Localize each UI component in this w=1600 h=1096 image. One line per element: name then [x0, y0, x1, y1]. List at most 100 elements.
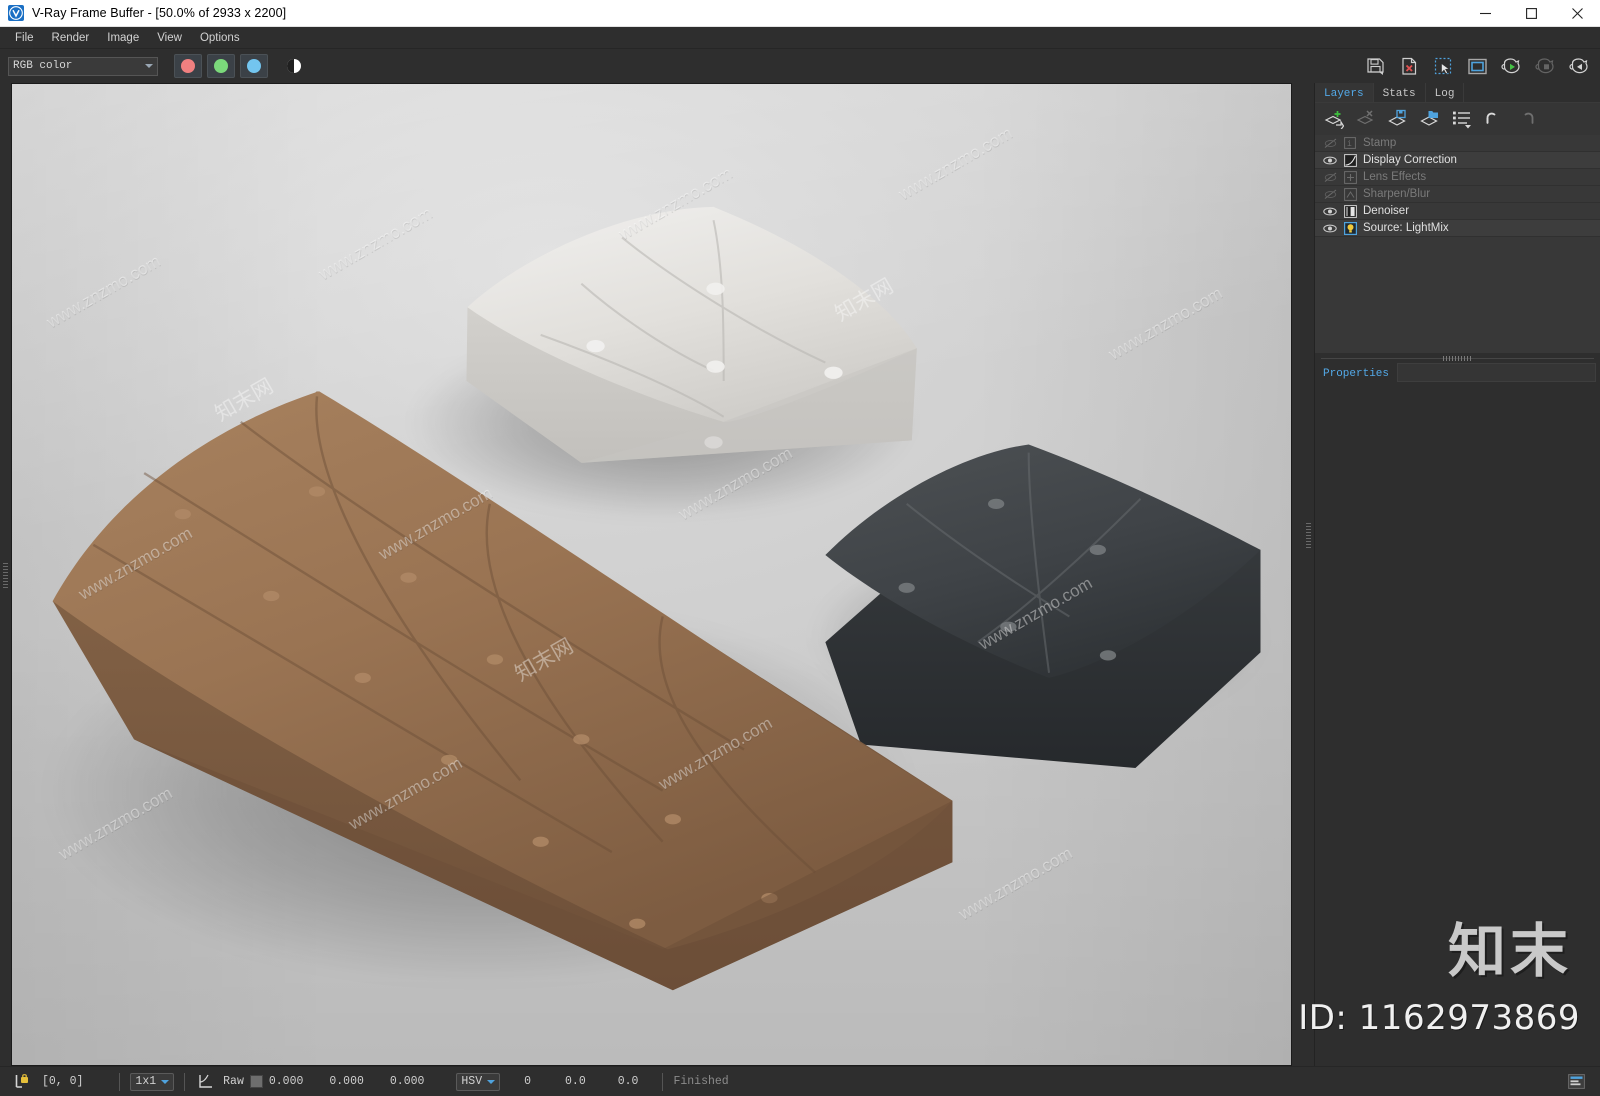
layer-visibility-on-icon[interactable] — [1319, 206, 1341, 217]
render-image: www.znzmo.com www.znzmo.com www.znzmo.co… — [12, 84, 1291, 1065]
channel-select-value: RGB color — [13, 60, 73, 72]
layer-stamp[interactable]: i Stamp — [1315, 135, 1600, 152]
delete-layer-icon[interactable] — [1355, 108, 1377, 130]
minimize-button[interactable] — [1462, 0, 1508, 27]
right-rail-grip[interactable] — [1306, 523, 1311, 549]
channel-select[interactable]: RGB color — [8, 56, 158, 76]
brand-watermark: 知末 — [1447, 917, 1572, 985]
region-render-icon[interactable] — [1430, 53, 1456, 79]
color-mode-select[interactable]: HSV — [456, 1072, 501, 1091]
layer-lens-effects[interactable]: Lens Effects — [1315, 169, 1600, 186]
blue-dot-icon — [247, 59, 261, 73]
cursor-coordinates: [0, 0] — [42, 1075, 84, 1088]
undo-icon[interactable] — [1483, 108, 1505, 130]
layer-label: Sharpen/Blur — [1363, 188, 1431, 200]
tab-log[interactable]: Log — [1426, 83, 1465, 102]
title-bar: V-Ray Frame Buffer - [50.0% of 2933 x 22… — [0, 0, 1600, 27]
layer-label: Denoiser — [1363, 205, 1410, 217]
tab-stats[interactable]: Stats — [1374, 83, 1426, 102]
chevron-down-icon — [161, 1079, 170, 1084]
layer-list-empty-space — [1315, 237, 1600, 353]
hsv-h-value: 0 — [524, 1075, 532, 1088]
layer-visibility-off-icon[interactable] — [1319, 172, 1341, 183]
render-stop-icon[interactable] — [1532, 53, 1558, 79]
id-watermark: ID: 1162973869 — [1298, 998, 1580, 1038]
alpha-channel-button[interactable] — [287, 59, 301, 73]
channel-buttons — [174, 54, 301, 78]
layer-denoiser[interactable]: Denoiser — [1315, 203, 1600, 220]
rgb-r-value: 0.000 — [268, 1075, 304, 1088]
status-separator — [119, 1072, 121, 1091]
menu-view[interactable]: View — [148, 29, 191, 47]
add-layer-icon[interactable] — [1323, 108, 1345, 130]
layer-label: Source: LightMix — [1363, 222, 1449, 234]
load-layers-icon[interactable] — [1419, 108, 1441, 130]
save-layers-icon[interactable] — [1387, 108, 1409, 130]
menu-bar: File Render Image View Options — [0, 27, 1600, 49]
layer-sharpen-blur[interactable]: Sharpen/Blur — [1315, 186, 1600, 203]
menu-options[interactable]: Options — [191, 29, 249, 47]
lens-icon — [1341, 170, 1359, 184]
layer-list: i Stamp Display Correction Lens Effects … — [1315, 135, 1600, 353]
zoom-level-value: 1x1 — [135, 1075, 157, 1088]
layer-visibility-off-icon[interactable] — [1319, 138, 1341, 149]
properties-header-fill — [1397, 363, 1596, 382]
left-scroll-rail[interactable] — [0, 83, 11, 1066]
render-status: Finished — [673, 1075, 729, 1088]
main-toolbar: RGB color — [0, 49, 1600, 83]
white-square-cushion — [466, 206, 917, 463]
image-panel: www.znzmo.com www.znzmo.com www.znzmo.co… — [11, 83, 1303, 1066]
save-image-icon[interactable] — [1362, 53, 1388, 79]
rgb-g-value: 0.000 — [329, 1075, 364, 1088]
layer-display-correction[interactable]: Display Correction — [1315, 152, 1600, 169]
toolbar-right-icons — [1362, 53, 1592, 79]
status-separator — [184, 1072, 186, 1091]
tab-layers[interactable]: Layers — [1315, 83, 1374, 102]
layer-visibility-on-icon[interactable] — [1319, 155, 1341, 166]
menu-file[interactable]: File — [6, 29, 43, 47]
right-scroll-rail[interactable] — [1303, 83, 1314, 1066]
vfb-settings-icon[interactable] — [1566, 1072, 1586, 1092]
menu-image[interactable]: Image — [98, 29, 148, 47]
zoom-level-select[interactable]: 1x1 — [130, 1072, 175, 1091]
render-canvas[interactable]: www.znzmo.com www.znzmo.com www.znzmo.co… — [11, 83, 1292, 1066]
green-dot-icon — [214, 59, 228, 73]
chevron-down-icon — [145, 64, 153, 68]
show-vfb-icon[interactable] — [1464, 53, 1490, 79]
pixel-lock-icon[interactable] — [12, 1072, 32, 1092]
properties-header: Properties — [1315, 363, 1600, 382]
right-dock: Layers Stats Log i Stamp Display Correct… — [1298, 83, 1600, 1066]
vray-logo-icon — [8, 5, 24, 21]
dock-splitter[interactable] — [1315, 353, 1600, 363]
splitter-grip[interactable] — [1442, 355, 1473, 361]
blue-channel-button[interactable] — [240, 54, 268, 78]
menu-render[interactable]: Render — [43, 29, 99, 47]
curve-icon — [1341, 153, 1359, 167]
denoiser-icon — [1341, 204, 1359, 218]
layer-source-lightmix[interactable]: Source: LightMix — [1315, 220, 1600, 237]
green-channel-button[interactable] — [207, 54, 235, 78]
window-title: V-Ray Frame Buffer - [50.0% of 2933 x 22… — [32, 6, 287, 20]
layer-label: Display Correction — [1363, 154, 1457, 166]
svg-text:i: i — [1347, 140, 1352, 149]
layer-visibility-on-icon[interactable] — [1319, 223, 1341, 234]
layer-presets-icon[interactable] — [1451, 108, 1473, 130]
clear-image-icon[interactable] — [1396, 53, 1422, 79]
render-previous-icon[interactable] — [1566, 53, 1592, 79]
properties-title: Properties — [1323, 367, 1390, 380]
left-rail-grip[interactable] — [3, 563, 8, 589]
maximize-button[interactable] — [1508, 0, 1554, 27]
stamp-icon: i — [1341, 137, 1359, 149]
status-separator — [662, 1072, 664, 1091]
corner-origin-icon[interactable] — [195, 1072, 215, 1092]
chevron-down-icon — [487, 1079, 496, 1084]
red-channel-button[interactable] — [174, 54, 202, 78]
redo-icon[interactable] — [1515, 108, 1537, 130]
close-button[interactable] — [1554, 0, 1600, 27]
render-start-icon[interactable] — [1498, 53, 1524, 79]
lightmix-icon — [1341, 221, 1359, 235]
red-dot-icon — [181, 59, 195, 73]
properties-body: 知末 ID: 1162973869 — [1298, 382, 1600, 1066]
layer-visibility-off-icon[interactable] — [1319, 189, 1341, 200]
dark-grey-square-cushion — [825, 444, 1261, 769]
